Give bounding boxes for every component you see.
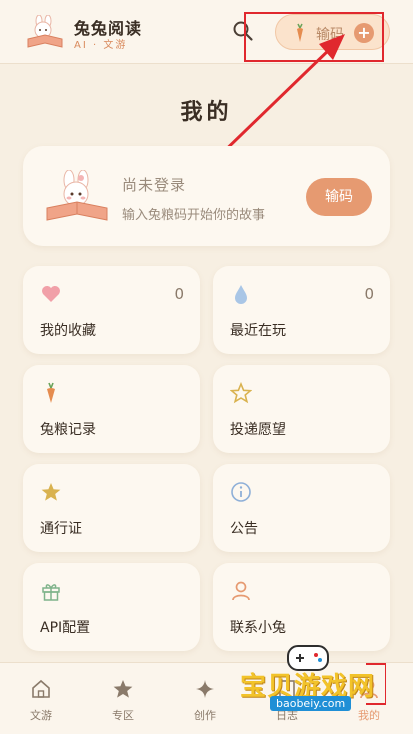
info-icon — [231, 482, 251, 502]
tile-label: API配置 — [40, 620, 91, 636]
tile-announcement[interactable]: 公告 — [213, 464, 390, 552]
bunny-logo-icon — [27, 15, 63, 48]
tile-label: 通行证 — [40, 521, 82, 537]
sparkle-icon — [196, 680, 214, 698]
tile-recent[interactable]: 最近在玩 0 — [213, 266, 390, 354]
tile-label: 投递愿望 — [230, 422, 286, 438]
tile-wish[interactable]: 投递愿望 — [213, 365, 390, 453]
star-icon — [41, 483, 61, 501]
tile-api-config[interactable]: API配置 — [23, 563, 200, 651]
home-icon — [32, 679, 50, 698]
star-icon — [113, 680, 133, 698]
tile-favorites[interactable]: 我的收藏 0 — [23, 266, 200, 354]
nav-item-zhuanqu[interactable]: 专区 — [82, 663, 164, 734]
app-subtitle: AI · 文游 — [74, 40, 128, 51]
gift-icon — [42, 584, 60, 601]
bunny-avatar-icon — [46, 170, 108, 221]
tile-label: 我的收藏 — [40, 323, 96, 339]
watermark-url: baobeiy.com — [270, 696, 352, 711]
tile-pass[interactable]: 通行证 — [23, 464, 200, 552]
login-hint: 输入兔粮码开始你的故事 — [122, 208, 266, 223]
tile-count: 0 — [174, 285, 184, 303]
heart-icon — [42, 286, 60, 302]
drop-icon — [235, 285, 247, 304]
carrot-icon — [47, 382, 55, 403]
nav-label: 文游 — [30, 709, 52, 722]
tile-label: 联系小兔 — [230, 620, 286, 636]
tile-contact[interactable]: 联系小兔 — [213, 563, 390, 651]
tile-count: 0 — [364, 285, 374, 303]
nav-label: 创作 — [194, 709, 216, 722]
nav-item-wenyou[interactable]: 文游 — [0, 663, 82, 734]
nav-item-chuangzuo[interactable]: 创作 — [164, 663, 246, 734]
login-status: 尚未登录 — [122, 176, 187, 194]
tile-carrot-record[interactable]: 兔粮记录 — [23, 365, 200, 453]
person-icon — [232, 581, 250, 601]
page-title: 我的 — [180, 100, 233, 125]
nav-label: 专区 — [112, 709, 134, 722]
tile-label: 最近在玩 — [230, 323, 286, 339]
tile-label: 兔粮记录 — [40, 422, 96, 438]
enter-code-button[interactable]: 输码 — [306, 178, 372, 216]
star-outline-icon — [230, 382, 252, 404]
tile-label: 公告 — [230, 521, 258, 537]
profile-card: 尚未登录 输入兔粮码开始你的故事 输码 — [23, 146, 390, 246]
